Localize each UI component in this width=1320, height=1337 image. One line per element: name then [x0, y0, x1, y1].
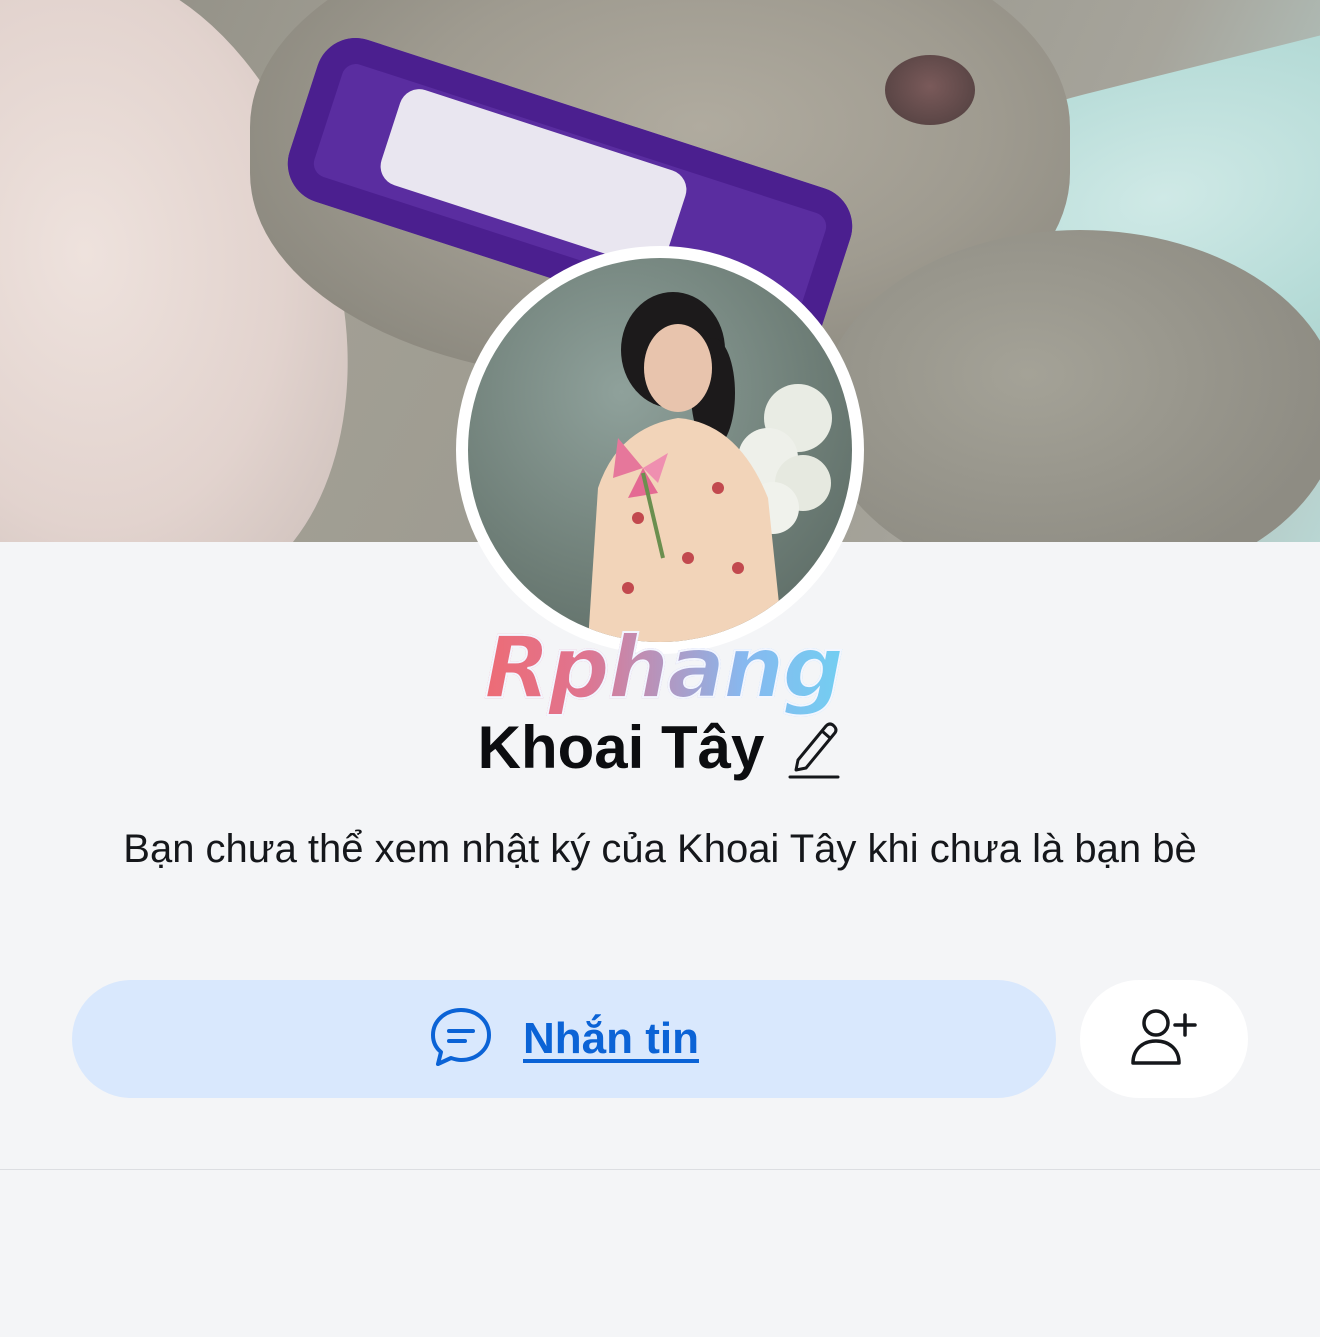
message-button[interactable]: Nhắn tin — [72, 980, 1056, 1098]
profile-name: Khoai Tây — [477, 714, 765, 781]
watermark-logo: Rphang — [463, 617, 863, 719]
cover-cat-nose — [885, 55, 975, 125]
add-friend-button[interactable] — [1080, 980, 1248, 1098]
avatar[interactable] — [468, 258, 852, 642]
pencil-icon[interactable] — [786, 716, 842, 780]
profile-name-row: Khoai Tây — [0, 708, 1320, 788]
chat-bubble-icon — [429, 1005, 493, 1074]
avatar-frame — [456, 246, 864, 654]
privacy-notice: Bạn chưa thể xem nhật ký của Khoai Tây k… — [123, 827, 1197, 871]
section-divider — [0, 1169, 1320, 1170]
add-friend-icon — [1129, 1005, 1199, 1074]
message-button-label: Nhắn tin — [523, 1014, 699, 1063]
